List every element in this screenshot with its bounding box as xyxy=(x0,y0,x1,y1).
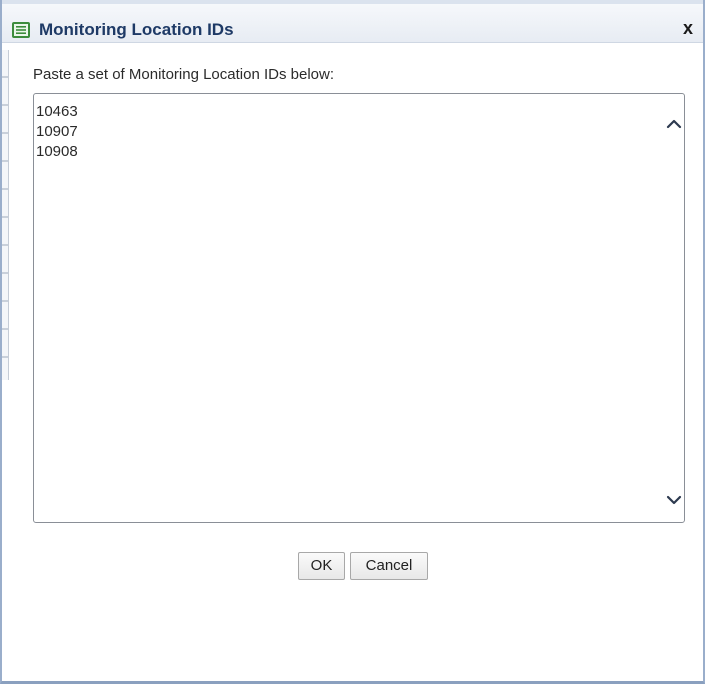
ids-textarea-box xyxy=(33,93,685,523)
scroll-up-icon[interactable] xyxy=(664,114,684,134)
scroll-down-icon[interactable] xyxy=(664,490,684,510)
ids-textarea[interactable] xyxy=(36,102,636,512)
dialog-titlebar: Monitoring Location IDs x xyxy=(2,0,703,43)
monitoring-location-ids-dialog: Monitoring Location IDs x Paste a set of… xyxy=(0,0,705,684)
dialog-title: Monitoring Location IDs xyxy=(39,20,234,39)
ids-prompt-label: Paste a set of Monitoring Location IDs b… xyxy=(33,66,334,83)
background-window-edge xyxy=(2,50,9,380)
cancel-button[interactable]: Cancel xyxy=(350,552,428,580)
close-button[interactable]: x xyxy=(678,18,698,38)
list-icon xyxy=(12,22,30,38)
ok-button[interactable]: OK xyxy=(298,552,345,580)
